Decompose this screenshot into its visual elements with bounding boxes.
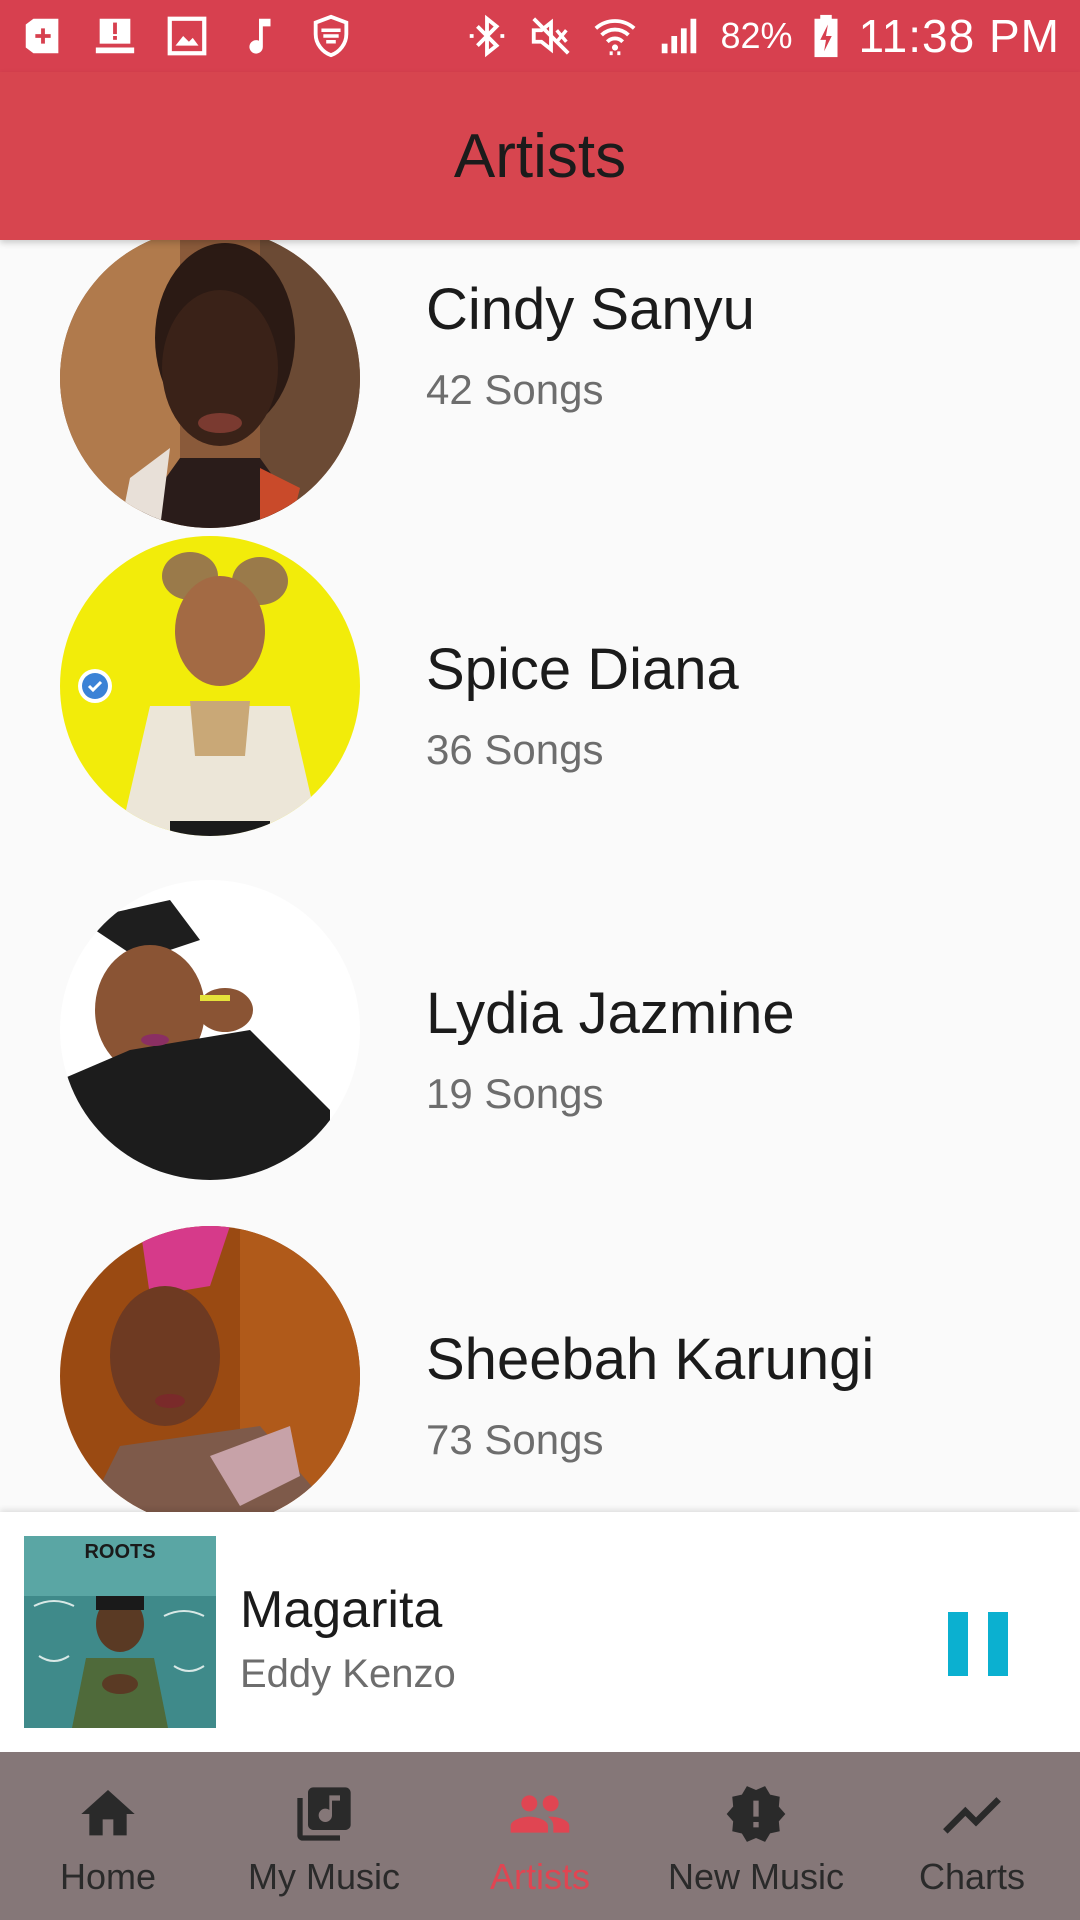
artist-row-spice-diana[interactable]: Spice Diana 36 Songs bbox=[0, 536, 1080, 876]
nav-home[interactable]: Home bbox=[0, 1752, 216, 1920]
mute-icon bbox=[528, 13, 574, 59]
artist-avatar bbox=[60, 880, 360, 1180]
artist-row-sheebah-karungi[interactable]: Sheebah Karungi 73 Songs bbox=[0, 1226, 1080, 1512]
artist-song-count: 19 Songs bbox=[426, 1070, 604, 1117]
nav-charts[interactable]: Charts bbox=[864, 1752, 1080, 1920]
battery-charging-icon bbox=[811, 13, 841, 59]
clock: 11:38 PM bbox=[858, 10, 1060, 62]
library-music-icon bbox=[292, 1782, 356, 1846]
track-artist: Eddy Kenzo bbox=[240, 1652, 456, 1696]
image-icon bbox=[164, 13, 210, 59]
nav-new-music[interactable]: New Music bbox=[648, 1752, 864, 1920]
app-bar: Artists bbox=[0, 72, 1080, 240]
battery-percent: 82% bbox=[720, 15, 793, 56]
artist-name: Sheebah Karungi bbox=[426, 1327, 875, 1392]
pause-icon bbox=[948, 1612, 968, 1676]
shield-icon bbox=[308, 13, 354, 59]
people-icon bbox=[508, 1782, 572, 1846]
system-icons: 82% 11:38 PM bbox=[464, 9, 1060, 63]
artist-avatar bbox=[60, 1226, 360, 1512]
pause-button[interactable] bbox=[948, 1612, 1008, 1676]
nav-label: Charts bbox=[918, 1856, 1026, 1897]
now-playing-bar[interactable]: ROOTS Magarita Eddy Kenzo bbox=[0, 1512, 1080, 1752]
artist-song-count: 42 Songs bbox=[426, 366, 604, 413]
notification-icons bbox=[20, 13, 354, 59]
artist-row-cindy-sanyu[interactable]: Cindy Sanyu 42 Songs bbox=[0, 240, 1080, 568]
artist-name: Cindy Sanyu bbox=[426, 277, 755, 342]
artist-avatar bbox=[60, 536, 360, 836]
signal-icon bbox=[656, 13, 702, 59]
bluetooth-icon bbox=[464, 13, 510, 59]
nav-artists[interactable]: Artists bbox=[432, 1752, 648, 1920]
nav-label: My Music bbox=[248, 1856, 400, 1897]
new-releases-icon bbox=[724, 1782, 788, 1846]
page-title: Artists bbox=[453, 121, 627, 191]
album-label: ROOTS bbox=[84, 1541, 155, 1563]
nav-label: New Music bbox=[667, 1856, 845, 1897]
artist-list[interactable]: Cindy Sanyu 42 Songs Spice Diana 36 Song… bbox=[0, 240, 1080, 1512]
wifi-icon bbox=[592, 13, 638, 59]
pause-icon-bar bbox=[988, 1612, 1008, 1676]
nav-label: Artists bbox=[489, 1856, 590, 1897]
trending-icon bbox=[940, 1782, 1004, 1846]
artist-name: Spice Diana bbox=[426, 637, 739, 702]
status-bar: 82% 11:38 PM bbox=[0, 0, 1080, 72]
artist-avatar bbox=[60, 240, 360, 528]
bottom-navigation: Home My Music Artists New Music Charts bbox=[0, 1752, 1080, 1920]
artist-name: Lydia Jazmine bbox=[426, 981, 795, 1046]
music-note-icon bbox=[236, 13, 282, 59]
home-icon bbox=[76, 1782, 140, 1846]
add-box-icon bbox=[20, 13, 66, 59]
track-title: Magarita bbox=[240, 1581, 443, 1639]
screen: 82% 11:38 PM Artists Cindy Sanyu 42 Song… bbox=[0, 0, 1080, 1920]
artist-song-count: 36 Songs bbox=[426, 726, 604, 773]
album-art: ROOTS bbox=[24, 1536, 216, 1728]
nav-my-music[interactable]: My Music bbox=[216, 1752, 432, 1920]
artist-song-count: 73 Songs bbox=[426, 1416, 604, 1463]
alert-laptop-icon bbox=[92, 13, 138, 59]
nav-label: Home bbox=[59, 1856, 157, 1897]
artist-row-lydia-jazmine[interactable]: Lydia Jazmine 19 Songs bbox=[0, 880, 1080, 1220]
